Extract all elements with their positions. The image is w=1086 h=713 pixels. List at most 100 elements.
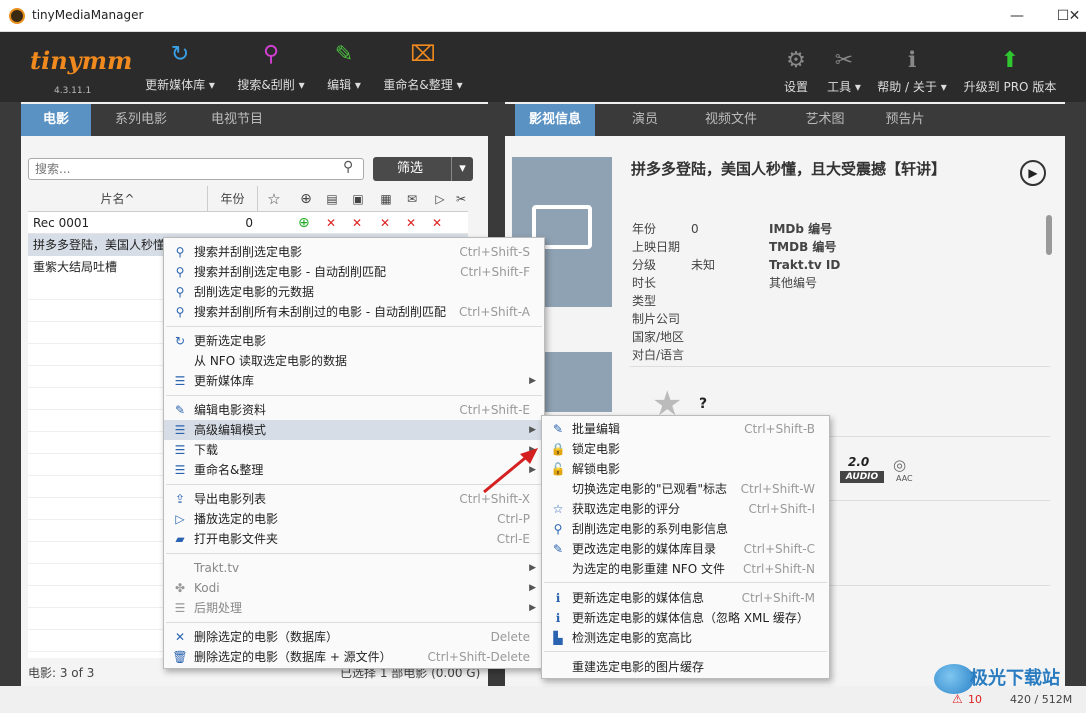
plus-circle-icon[interactable]: ⊕ [296,186,316,212]
menu-item-label: 删除选定的电影（数据库 + 源文件） [194,650,392,664]
star-icon[interactable]: ☆ [264,186,284,212]
film-icon[interactable]: ▦ [376,186,396,212]
play-trailer-icon[interactable]: ▶ [1020,160,1046,186]
menu-item-label: 从 NFO 读取选定电影的数据 [194,354,347,368]
menu-item-label: 解锁电影 [572,462,621,476]
fanart-image[interactable] [540,352,612,412]
menu-item-icon: ⚲ [553,522,563,536]
context-menu-item[interactable]: ☰ 更新媒体库 ▶ [164,371,544,391]
table-row[interactable]: Rec 0001 0 ⊕ ✕ ✕ ✕ ✕ ✕ [28,212,468,234]
tab-trailer[interactable]: 预告片 [870,104,940,136]
menu-item-icon: ✎ [552,542,564,556]
chevron-down-icon[interactable]: ▾ [451,157,473,181]
memory-usage: 420 / 512M [1010,693,1073,706]
tab-info[interactable]: 影视信息 [515,104,595,144]
menu-item-label: Kodi [194,581,220,595]
menu-item-shortcut: Ctrl+Shift-N [743,562,815,576]
context-menu-item[interactable]: ⚲ 搜索并刮削选定电影 - 自动刮削匹配 Ctrl+Shift-F [164,262,544,282]
settings-button[interactable]: ⚙ 设置 [778,50,814,95]
context-menu-item[interactable]: ▰ 打开电影文件夹 Ctrl-E [164,529,544,549]
search-icon[interactable]: ⚲ [343,159,353,175]
context-menu-item[interactable]: ✕ 删除选定的电影（数据库） Delete [164,627,544,647]
menu-item-icon: ☰ [174,601,186,615]
rename-button[interactable]: ⌧ 重命名&整理 ▾ [378,40,468,93]
play-icon[interactable]: ▷ [430,186,450,212]
context-menu-item[interactable]: ⚲ 搜索并刮削所有未刮削过的电影 - 自动刮削匹配 Ctrl+Shift-A [164,302,544,322]
tab-movies[interactable]: 电影 [21,104,91,144]
menu-item-shortcut: Delete [490,630,530,644]
close-icon: ✕ [432,216,443,230]
id-labels: IMDb 编号 TMDB 编号 Trakt.tv ID 其他编号 [769,222,841,290]
context-menu-item[interactable]: ⚲ 搜索并刮削选定电影 Ctrl+Shift-S [164,242,544,262]
menu-item-icon: ✕ [174,630,186,644]
context-menu-item[interactable]: ✤ Kodi ▶ [164,578,544,598]
submenu-item[interactable]: ⚲ 刮削选定电影的系列电影信息 [542,519,829,539]
menu-item-icon: ▰ [175,532,185,546]
submenu-item[interactable]: ▙ 检测选定电影的宽高比 [542,628,829,648]
submenu-item[interactable]: 🔒 锁定电影 [542,439,829,459]
submenu-arrow-icon: ▶ [529,603,536,613]
submenu-item[interactable]: ☆ 获取选定电影的评分 Ctrl+Shift-I [542,499,829,519]
close-icon: ✕ [380,216,391,230]
submenu-item[interactable]: 为选定的电影重建 NFO 文件 Ctrl+Shift-N [542,559,829,579]
tools-button[interactable]: ✂ 工具 ▾ [820,50,868,95]
edit-button[interactable]: ✎ 编辑 ▾ [320,40,368,93]
column-year[interactable]: 年份 [208,186,258,212]
context-menu-item[interactable]: 从 NFO 读取选定电影的数据 [164,351,544,371]
update-library-button[interactable]: ↻ 更新媒体库 ▾ [140,40,220,93]
tools-icon: ✂ [834,48,854,73]
menu-item-icon: ☰ [174,374,186,388]
context-menu-item[interactable]: 🗑 删除选定的电影（数据库 + 源文件） Ctrl+Shift-Delete [164,647,544,667]
submenu-item[interactable]: ✎ 更改选定电影的媒体库目录 Ctrl+Shift-C [542,539,829,559]
scrollbar[interactable] [1046,215,1052,255]
menu-item-label: 更改选定电影的媒体库目录 [572,542,717,556]
tab-cast[interactable]: 演员 [615,104,675,136]
context-menu-item[interactable]: ☰ 后期处理 ▶ [164,598,544,618]
tab-movie-sets[interactable]: 系列电影 [101,104,181,136]
submenu-item[interactable]: ℹ 更新选定电影的媒体信息 Ctrl+Shift-M [542,588,829,608]
subtitle-icon[interactable]: ✉ [402,186,422,212]
context-menu-item[interactable]: ▷ 播放选定的电影 Ctrl-P [164,509,544,529]
menu-item-label: 重建选定电影的图片缓存 [572,660,705,674]
context-menu-item[interactable]: ☰ 高级编辑模式 ▶ [164,420,544,440]
menu-item-shortcut: Ctrl+Shift-I [748,502,815,516]
tab-artwork[interactable]: 艺术图 [785,104,865,136]
tab-media-files[interactable]: 视频文件 [691,104,771,136]
search-scrape-button[interactable]: ⚲ 搜索&刮削 ▾ [233,40,309,93]
column-title[interactable]: 片名^ [28,186,208,212]
submenu-arrow-icon: ▶ [529,583,536,593]
menu-item-label: 打开电影文件夹 [194,532,279,546]
context-menu-item[interactable]: Trakt.tv ▶ [164,558,544,578]
menu-item-icon: ☰ [174,423,186,437]
submenu-item[interactable]: ℹ 更新选定电影的媒体信息（忽略 XML 缓存） [542,608,829,628]
menu-item-label: 更新选定电影 [194,334,267,348]
wrench-icon[interactable]: ✂ [454,186,468,212]
submenu-item[interactable]: 切换选定电影的"已观看"标志 Ctrl+Shift-W [542,479,829,499]
tab-tv-shows[interactable]: 电视节目 [197,104,277,136]
help-about-button[interactable]: ℹ 帮助 / 关于 ▾ [872,50,952,95]
submenu-item[interactable]: 🔓 解锁电影 [542,459,829,479]
image-icon[interactable]: ▣ [348,186,368,212]
menu-item-label: 检测选定电影的宽高比 [572,631,693,645]
search-input[interactable] [29,159,329,179]
annotation-arrow [483,448,538,494]
menu-item-icon: ✎ [174,403,186,417]
close-button[interactable]: ✕ [1063,0,1086,32]
movie-title: 拼多多登陆，美国人秒懂，且大受震撼【轩讲】 [631,160,947,178]
menu-item-icon: ▷ [175,512,185,526]
submenu-item[interactable]: ✎ 批量编辑 Ctrl+Shift-B [542,419,829,439]
rating-value: ? [699,396,708,412]
menu-item-icon: ☰ [174,443,186,457]
context-menu-item[interactable]: ✎ 编辑电影资料 Ctrl+Shift-E [164,400,544,420]
menu-item-icon: ⚲ [175,245,185,259]
context-menu-item[interactable]: ⚲ 刮削选定电影的元数据 [164,282,544,302]
filter-button[interactable]: 筛选 ▾ [373,157,473,181]
upgrade-pro-button[interactable]: ⬆ 升级到 PRO 版本 [960,50,1060,95]
context-menu-item[interactable]: ↻ 更新选定电影 [164,331,544,351]
submenu-item[interactable]: 重建选定电影的图片缓存 [542,657,829,677]
error-count[interactable]: 10 [968,693,982,706]
menu-item-label: 搜索并刮削选定电影 - 自动刮削匹配 [194,265,386,279]
menu-item-icon: ☰ [174,463,186,477]
nfo-icon[interactable]: ▤ [322,186,342,212]
warning-icon[interactable]: ⚠ [952,692,963,706]
